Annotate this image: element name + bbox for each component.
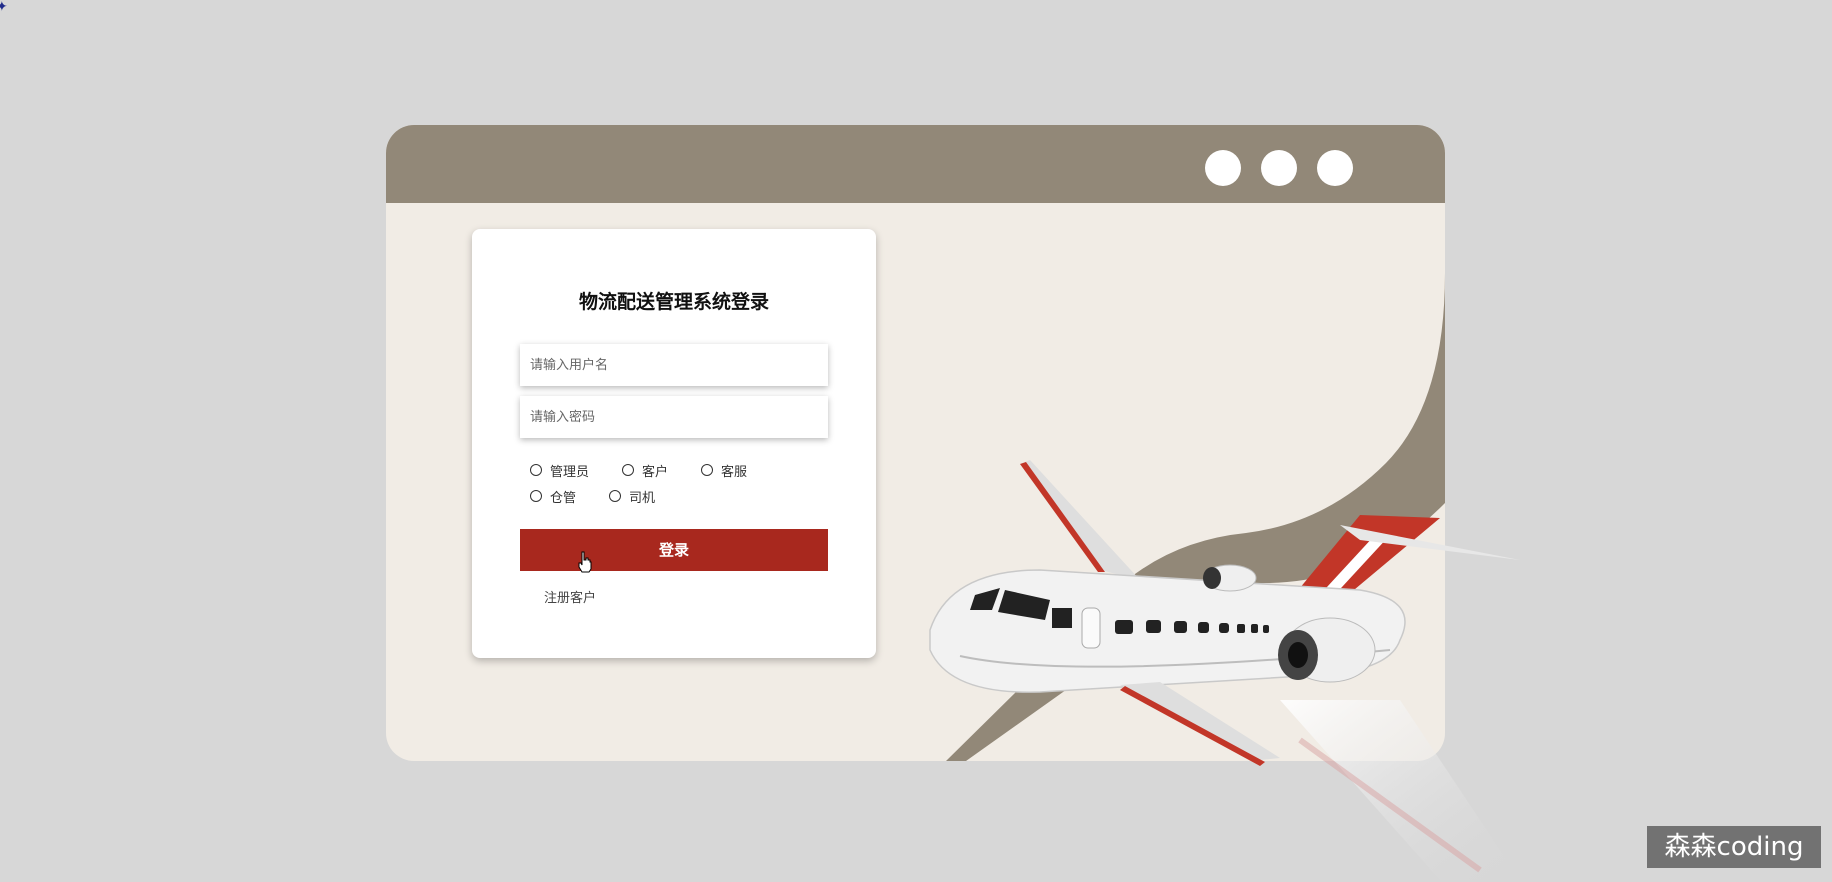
corner-app-icon: ✦ (0, 0, 8, 15)
register-customer-link[interactable]: 注册客户 (544, 587, 596, 606)
window-control-dot[interactable] (1317, 150, 1353, 186)
radio-button[interactable] (530, 464, 542, 476)
role-label: 仓管 (550, 490, 577, 506)
username-input[interactable] (520, 344, 828, 386)
login-button[interactable]: 登录 (520, 529, 828, 571)
page-title: 物流配送管理系统登录 (578, 291, 769, 313)
role-label: 司机 (629, 490, 656, 506)
role-option-service[interactable]: 客服 (701, 462, 748, 480)
role-option-driver[interactable]: 司机 (609, 488, 656, 506)
password-input[interactable] (520, 396, 828, 438)
role-label: 客服 (721, 464, 748, 480)
window-control-dot[interactable] (1205, 150, 1241, 186)
motion-blur-trail (1280, 700, 1520, 880)
radio-button[interactable] (701, 464, 713, 476)
login-card: 物流配送管理系统登录 管理员 客户 客服 仓管 司机 登录 注册客户 (472, 229, 876, 658)
role-label: 管理员 (550, 464, 590, 480)
radio-button[interactable] (609, 490, 621, 502)
role-label: 客户 (642, 464, 669, 480)
watermark: 森森coding (1647, 826, 1821, 868)
radio-button[interactable] (530, 490, 542, 502)
role-option-warehouse[interactable]: 仓管 (530, 488, 577, 506)
role-option-customer[interactable]: 客户 (622, 462, 669, 480)
hand-cursor-icon (578, 551, 592, 573)
radio-button[interactable] (622, 464, 634, 476)
window-titlebar (386, 125, 1445, 203)
role-option-admin[interactable]: 管理员 (530, 462, 590, 480)
window-control-dot[interactable] (1261, 150, 1297, 186)
